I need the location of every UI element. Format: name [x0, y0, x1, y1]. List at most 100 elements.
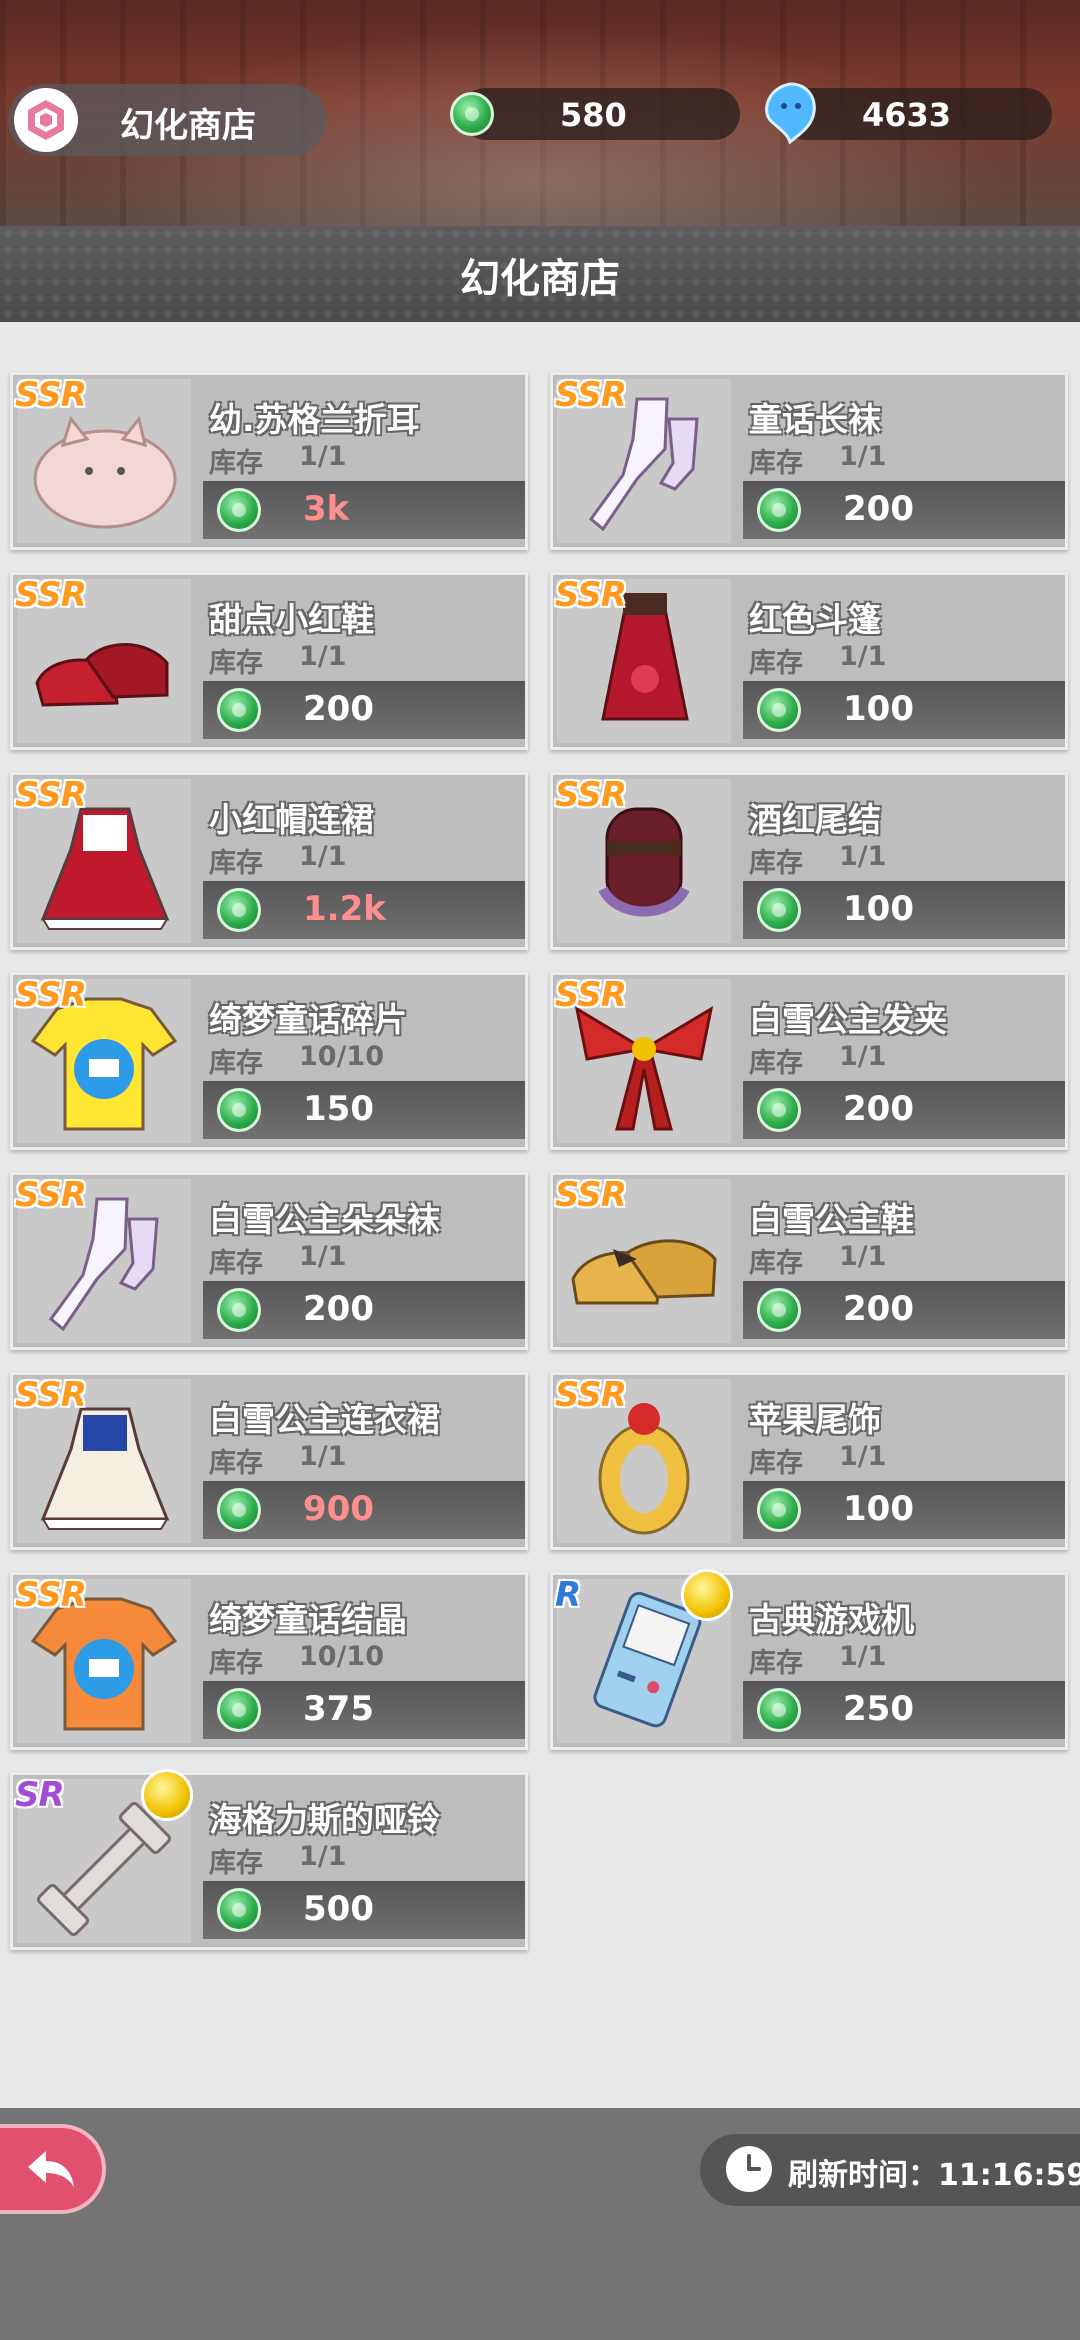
green-gem-icon — [757, 888, 801, 932]
item-name: 童话长袜 — [749, 400, 881, 439]
item-price: 100 — [843, 1489, 914, 1529]
rarity-badge: SSR — [15, 1575, 87, 1615]
buy-button[interactable]: 200 — [743, 481, 1065, 539]
shop-item-card[interactable]: SSR 童话长袜 库存 1/1 200 — [550, 372, 1068, 550]
shop-icon — [14, 88, 78, 152]
shop-item-card[interactable]: SSR×5绮梦童话结晶库存10/10375 — [10, 1572, 528, 1750]
rarity-badge: R — [555, 1575, 581, 1615]
green-gem-icon — [757, 1288, 801, 1332]
stock-value: 1/1 — [299, 1441, 347, 1472]
rarity-badge: SR — [15, 1775, 65, 1815]
top-header: 幻化商店 580 4633 — [0, 0, 1080, 226]
shop-item-card[interactable]: SSR 白雪公主发夹库存 1/1 200 — [550, 972, 1068, 1150]
shop-item-card[interactable]: SSR 白雪公主鞋 库存 1/1 200 — [550, 1172, 1068, 1350]
item-price: 200 — [843, 1289, 914, 1329]
item-name: 酒红尾结 — [749, 800, 881, 839]
rarity-badge: SSR — [15, 775, 87, 815]
item-name: 白雪公主发夹 — [749, 1000, 947, 1039]
rarity-badge: SSR — [555, 975, 627, 1015]
green-currency-display: 580 — [450, 88, 740, 140]
stock-value: 1/1 — [839, 641, 887, 672]
stock-value: 1/1 — [839, 1241, 887, 1272]
stock-value: 1/1 — [299, 841, 347, 872]
stock-label: 库存 — [749, 1648, 803, 1679]
item-price: 200 — [843, 489, 914, 529]
stock-label: 库存 — [749, 848, 803, 879]
item-price: 900 — [303, 1489, 374, 1529]
blue-currency-value: 4633 — [862, 96, 952, 134]
rarity-badge: SSR — [555, 775, 627, 815]
rarity-badge: SSR — [555, 1175, 627, 1215]
stock-label: 库存 — [209, 1648, 263, 1679]
stock-value: 1/1 — [839, 1041, 887, 1072]
gold-coin-icon — [141, 1769, 193, 1821]
buy-button[interactable]: 1.2k — [203, 881, 525, 939]
buy-button[interactable]: 200 — [203, 681, 525, 739]
stock-label: 库存 — [209, 1048, 263, 1079]
back-button[interactable] — [0, 2124, 106, 2214]
shop-item-card[interactable]: SSR 幼.苏格兰折耳库存 1/1 3k — [10, 372, 528, 550]
shop-item-card[interactable]: R 古典游戏机 库存 1/1 250 — [550, 1569, 1068, 1750]
item-name: 幼.苏格兰折耳 — [209, 400, 420, 439]
stock-label: 库存 — [209, 448, 263, 479]
refresh-time-text: 刷新时间：11:16:59 — [788, 2158, 1080, 2193]
buy-button[interactable]: 100 — [743, 681, 1065, 739]
shop-item-card[interactable]: SSR 白雪公主朵朵袜 库存 1/1 200 — [10, 1172, 528, 1350]
green-gem-icon — [217, 1088, 261, 1132]
item-price: 375 — [303, 1689, 374, 1729]
buy-button[interactable]: 200 — [743, 1281, 1065, 1339]
stock-label: 库存 — [209, 848, 263, 879]
rarity-badge: SSR — [15, 1175, 87, 1215]
item-price: 500 — [303, 1889, 374, 1929]
stock-value: 1/1 — [299, 441, 347, 472]
stock-label: 库存 — [209, 648, 263, 679]
shop-badge: 幻化商店 — [8, 84, 326, 156]
stock-label: 库存 — [749, 1448, 803, 1479]
item-price: 3k — [303, 489, 350, 529]
stock-value: 1/1 — [299, 1241, 347, 1272]
buy-button[interactable]: 375 — [203, 1681, 525, 1739]
stock-value: 1/1 — [299, 1841, 347, 1872]
item-name: 海格力斯的哑铃 — [209, 1800, 440, 1839]
stock-value: 1/1 — [299, 641, 347, 672]
buy-button[interactable]: 200 — [203, 1281, 525, 1339]
rarity-badge: SSR — [555, 575, 627, 615]
stock-value: 10/10 — [299, 1041, 385, 1072]
shop-item-card[interactable]: SSR×10绮梦童话碎片库存10/10150 — [10, 972, 528, 1150]
buy-button[interactable]: 3k — [203, 481, 525, 539]
buy-button[interactable]: 900 — [203, 1481, 525, 1539]
item-name: 古典游戏机 — [749, 1600, 914, 1639]
green-gem-icon — [757, 488, 801, 532]
buy-button[interactable]: 100 — [743, 881, 1065, 939]
rarity-badge: SSR — [15, 375, 87, 415]
stock-value: 1/1 — [839, 441, 887, 472]
green-gem-icon — [217, 1488, 261, 1532]
shop-title-band: 幻化商店 — [0, 226, 1080, 322]
item-name: 白雪公主鞋 — [749, 1200, 914, 1239]
shop-item-card[interactable]: SSR 红色斗篷 库存 1/1 100 — [550, 572, 1068, 750]
green-gem-icon — [217, 1688, 261, 1732]
buy-button[interactable]: 100 — [743, 1481, 1065, 1539]
stock-value: 10/10 — [299, 1641, 385, 1672]
shop-item-card[interactable]: SSR 甜点小红鞋 库存 1/1 200 — [10, 572, 528, 750]
buy-button[interactable]: 200 — [743, 1081, 1065, 1139]
stock-value: 1/1 — [839, 841, 887, 872]
green-gem-icon — [217, 1888, 261, 1932]
stock-label: 库存 — [749, 648, 803, 679]
shop-item-card[interactable]: SSR 小红帽连裙 库存 1/1 1.2k — [10, 772, 528, 950]
blue-currency-display: 4633 — [765, 82, 1052, 145]
item-price: 200 — [303, 689, 374, 729]
buy-button[interactable]: 500 — [203, 1881, 525, 1939]
stock-label: 库存 — [749, 1048, 803, 1079]
item-price: 100 — [843, 689, 914, 729]
item-price: 200 — [303, 1289, 374, 1329]
buy-button[interactable]: 250 — [743, 1681, 1065, 1739]
buy-button[interactable]: 150 — [203, 1081, 525, 1139]
page-title: 幻化商店 — [460, 256, 620, 302]
shop-item-card[interactable]: SSR 白雪公主连衣裙 库存 1/1 900 — [10, 1372, 528, 1550]
back-arrow-icon — [28, 2151, 74, 2187]
shop-item-card[interactable]: SSR 苹果尾饰 库存 1/1 100 — [550, 1372, 1068, 1550]
shop-item-card[interactable]: SSR 酒红尾结库存 1/1 100 — [550, 772, 1068, 950]
shop-item-card[interactable]: SR 海格力斯的哑铃 库存 1/1 500 — [10, 1769, 528, 1950]
rarity-badge: SSR — [15, 975, 87, 1015]
